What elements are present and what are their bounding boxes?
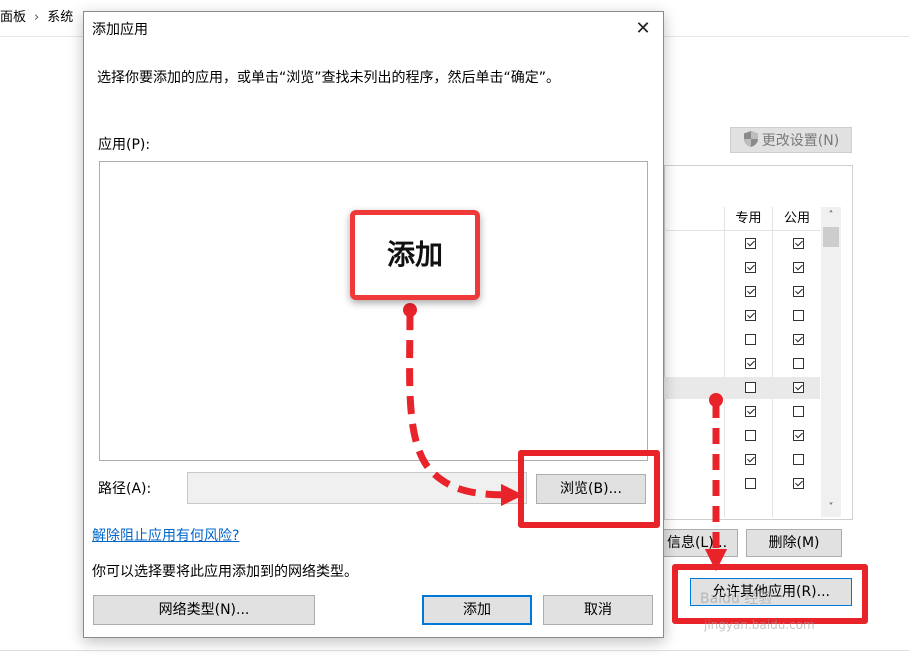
highlight-browse-frame xyxy=(518,450,660,528)
tutorial-arrows xyxy=(403,303,728,572)
annotation-callout: 添加 xyxy=(350,210,480,300)
arrow-start-dot xyxy=(709,393,723,407)
arrow-to-browse xyxy=(406,311,524,507)
watermark-logo: Baidu 经验 xyxy=(700,591,773,607)
watermark-url: jingyan.baidu.com xyxy=(704,618,815,632)
arrow-start-dot xyxy=(403,303,417,317)
